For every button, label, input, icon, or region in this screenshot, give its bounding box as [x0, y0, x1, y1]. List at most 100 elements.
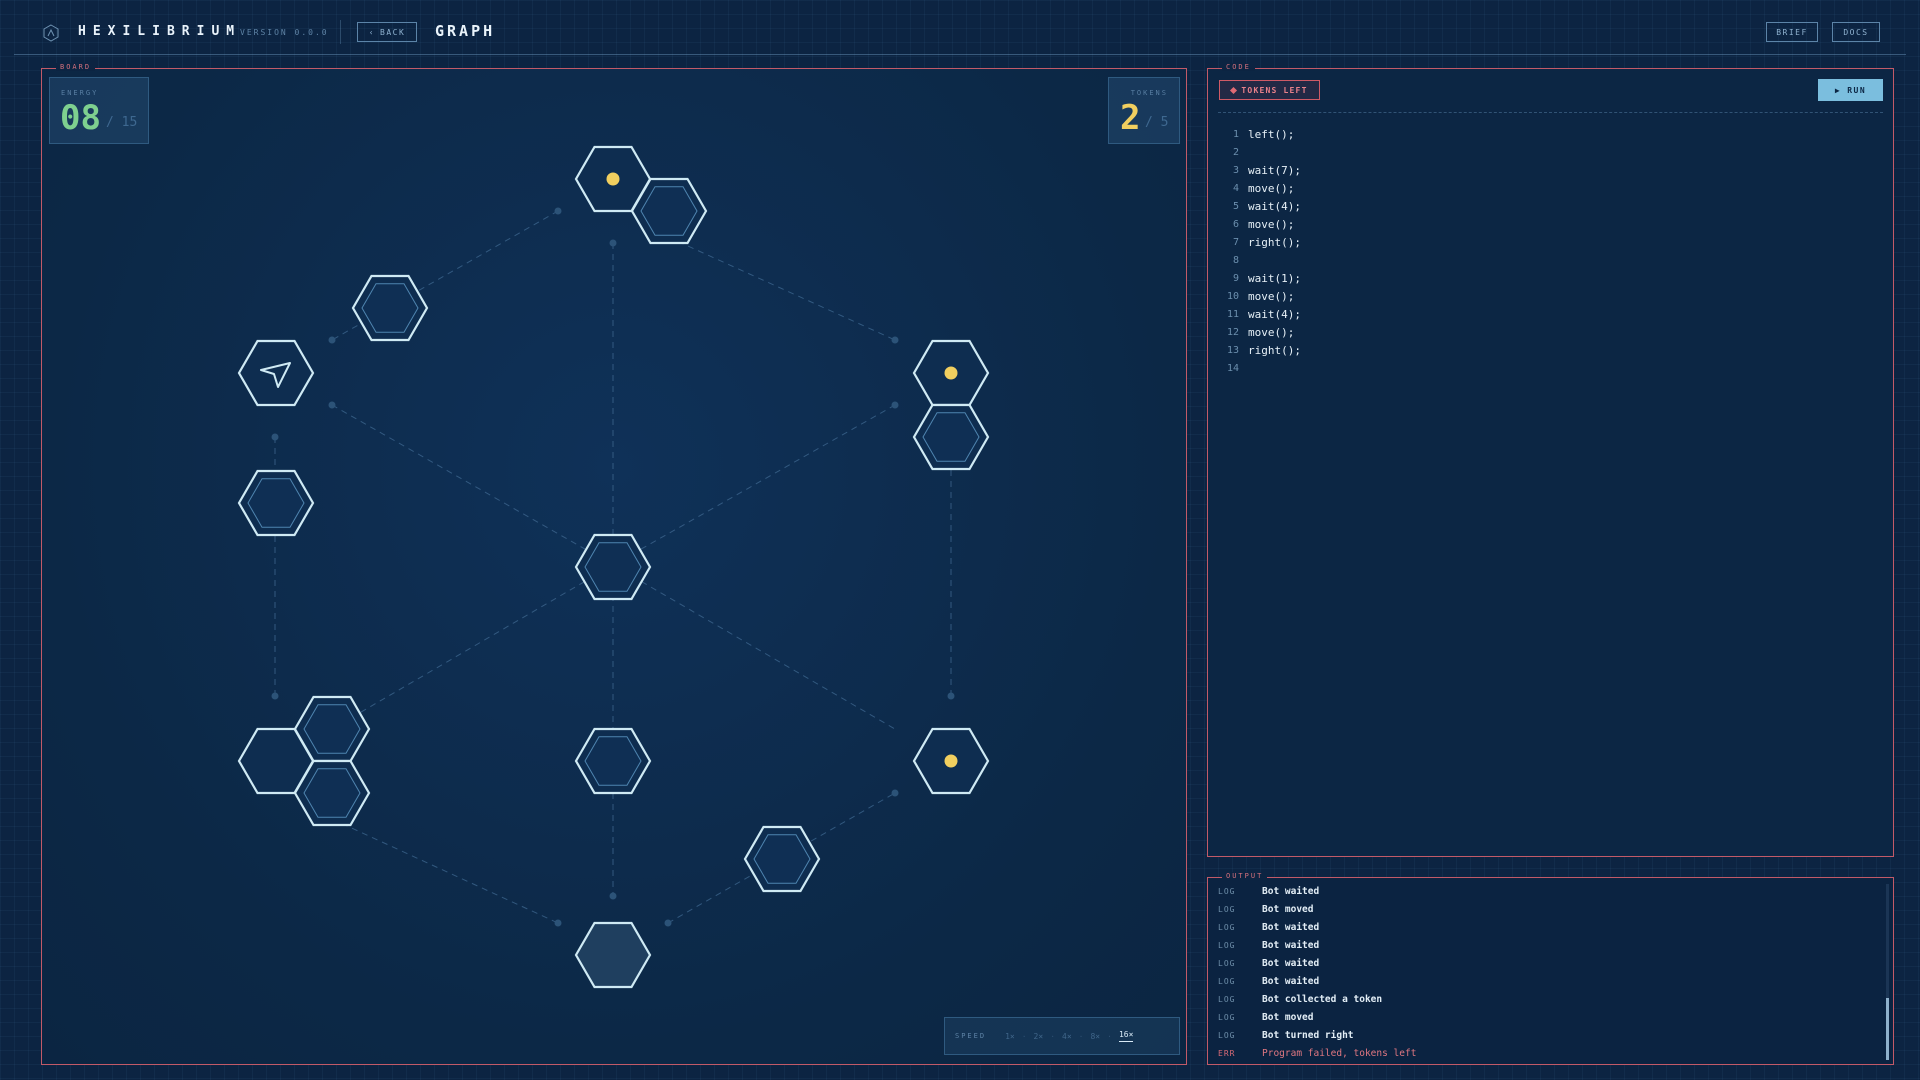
hex-node-token: [912, 339, 990, 407]
log-entry: LOG Bot moved: [1218, 1008, 1416, 1026]
line-text: wait(1);: [1248, 271, 1301, 285]
line-number: 11: [1226, 308, 1239, 320]
status-badge-text: TOKENS LEFT: [1241, 85, 1308, 95]
log-tag: LOG: [1218, 994, 1236, 1004]
tokens-value: 2: [1120, 98, 1141, 138]
log-message: Bot waited: [1262, 885, 1320, 897]
token-icon: [944, 366, 958, 380]
log-message: Bot moved: [1262, 903, 1314, 915]
code-line: 10 move();: [1218, 287, 1301, 305]
chevron-left-icon: ‹: [368, 27, 376, 37]
hex-node-goal: [574, 921, 652, 989]
header-rule: [14, 54, 1906, 55]
line-text: move();: [1248, 325, 1295, 339]
speed-option-8x[interactable]: 8×: [1090, 1032, 1100, 1041]
scrollbar-thumb[interactable]: [1886, 998, 1889, 1060]
docs-button[interactable]: DOCS: [1832, 22, 1880, 42]
line-text: wait(4);: [1248, 307, 1301, 321]
graph-edge: [612, 564, 896, 730]
hex-node: [237, 469, 315, 537]
code-line: 4 move();: [1218, 179, 1301, 197]
tokens-max: / 5: [1145, 115, 1169, 130]
log-entry: LOG Bot waited: [1218, 918, 1416, 936]
page-title: GRAPH: [435, 22, 496, 40]
line-number: 14: [1226, 362, 1239, 374]
code-label: CODE: [1222, 63, 1255, 71]
speed-separator: ·: [1078, 1031, 1084, 1041]
code-editor[interactable]: 1 left(); 2 3 wait(7); 4 move(); 5 wait(4); …: [1218, 125, 1301, 377]
speed-separator: ·: [1050, 1031, 1056, 1041]
hex-node: [912, 403, 990, 471]
junction-dot: [554, 919, 562, 927]
log-message: Bot waited: [1262, 921, 1320, 933]
back-button[interactable]: ‹ BACK: [357, 22, 417, 42]
log-entry: LOG Bot moved: [1218, 900, 1416, 918]
line-number: 1: [1232, 128, 1239, 140]
code-line: 13 right();: [1218, 341, 1301, 359]
graph-edge: [612, 404, 896, 566]
line-number: 3: [1232, 164, 1239, 176]
log-message: Bot waited: [1262, 957, 1320, 969]
log-entry: LOG Bot waited: [1218, 936, 1416, 954]
hex-node: [574, 727, 652, 795]
log-tag: LOG: [1218, 940, 1236, 950]
board-panel: BOARD ENERGY 08 / 15 TOKENS 2 / 5 SPEED …: [41, 63, 1187, 1065]
junction-dot: [891, 401, 899, 409]
code-line: 11 wait(4);: [1218, 305, 1301, 323]
code-line: 14: [1218, 359, 1301, 377]
speed-option-16x[interactable]: 16×: [1118, 1030, 1134, 1042]
line-text: wait(4);: [1248, 199, 1301, 213]
header-divider: [340, 20, 341, 44]
back-button-label: BACK: [380, 27, 406, 37]
log-tag: LOG: [1218, 1012, 1236, 1022]
hex-node-bot-start: [237, 339, 315, 407]
graph-edge: [331, 404, 614, 566]
output-panel: OUTPUT LOG Bot waited LOG Bot moved LOG Bot…: [1207, 872, 1894, 1065]
code-line: 3 wait(7);: [1218, 161, 1301, 179]
brief-button[interactable]: BRIEF: [1766, 22, 1818, 42]
speed-option-1x[interactable]: 1×: [1005, 1032, 1015, 1041]
hex-outline: [237, 339, 315, 407]
speed-label: SPEED: [955, 1032, 987, 1040]
log-message: Bot collected a token: [1262, 993, 1383, 1005]
output-label: OUTPUT: [1222, 872, 1268, 880]
log-entry: LOG Bot waited: [1218, 882, 1416, 900]
app-title: HEXILIBRIUM: [78, 24, 242, 39]
code-separator: [1218, 112, 1883, 113]
code-line: 5 wait(4);: [1218, 197, 1301, 215]
log-entry: LOG Bot turned right: [1218, 1026, 1416, 1044]
energy-counter: ENERGY 08 / 15: [49, 77, 149, 144]
line-text: wait(7);: [1248, 163, 1301, 177]
line-number: 7: [1232, 236, 1239, 248]
tokens-label: TOKENS: [1130, 89, 1168, 97]
output-scrollbar[interactable]: [1886, 884, 1889, 1060]
code-line: 9 wait(1);: [1218, 269, 1301, 287]
code-line: 8: [1218, 251, 1301, 269]
log-message: Bot waited: [1262, 939, 1320, 951]
line-number: 10: [1226, 290, 1239, 302]
tokens-counter: TOKENS 2 / 5: [1108, 77, 1180, 144]
graph-edge: [331, 818, 559, 924]
output-log: LOG Bot waited LOG Bot moved LOG Bot waited…: [1218, 882, 1416, 1062]
speed-separator: ·: [1107, 1031, 1112, 1041]
run-button[interactable]: ▶ RUN: [1818, 79, 1883, 101]
speed-option-4x[interactable]: 4×: [1062, 1032, 1072, 1041]
log-message: Bot waited: [1262, 975, 1320, 987]
junction-dot: [891, 789, 899, 797]
code-line: 1 left();: [1218, 125, 1301, 143]
code-panel: CODE TOKENS LEFT ▶ RUN 1 left(); 2 3 wait(…: [1207, 63, 1894, 857]
code-line: 2: [1218, 143, 1301, 161]
junction-dot: [664, 919, 672, 927]
log-tag: LOG: [1218, 922, 1236, 932]
speed-option-2x[interactable]: 2×: [1034, 1032, 1044, 1041]
line-number: 9: [1232, 272, 1239, 284]
junction-dot: [891, 336, 899, 344]
graph-edge: [331, 564, 614, 730]
junction-dot: [328, 401, 336, 409]
token-icon: [606, 172, 620, 186]
line-text: move();: [1248, 181, 1295, 195]
run-button-label: RUN: [1847, 85, 1867, 95]
log-message: Bot moved: [1262, 1011, 1314, 1023]
junction-dot: [554, 207, 562, 215]
line-number: 8: [1232, 254, 1239, 266]
